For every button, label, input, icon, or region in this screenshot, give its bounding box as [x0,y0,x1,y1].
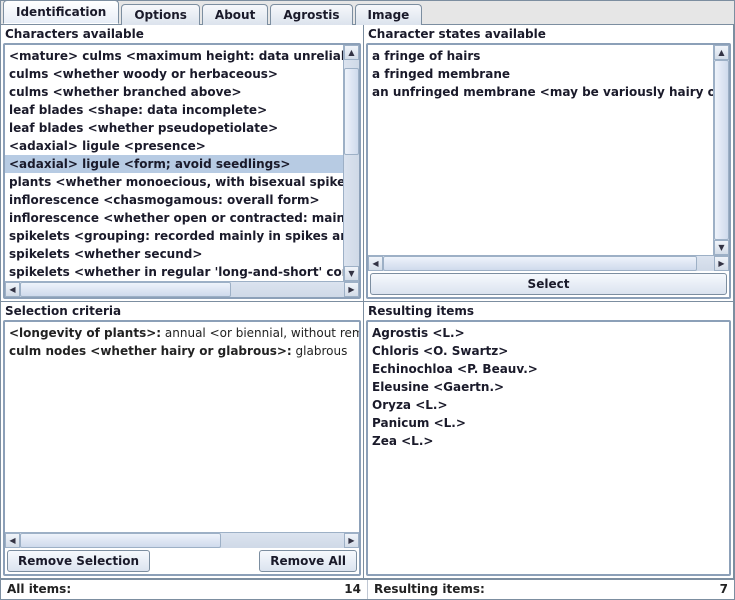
criteria-pane: Selection criteria <longevity of plants>… [0,301,364,579]
remove-all-button[interactable]: Remove All [259,550,357,572]
scroll-up-icon[interactable]: ▲ [714,45,729,60]
criteria-value: annual <or biennial, without rem [161,326,359,340]
results-body: Agrostis <L.>Chloris <O. Swartz>Echinoch… [366,320,731,576]
scroll-down-icon[interactable]: ▼ [714,240,729,255]
scroll-thumb[interactable] [344,68,359,155]
results-list-wrap: Agrostis <L.>Chloris <O. Swartz>Echinoch… [368,322,729,574]
list-item[interactable]: leaf blades <shape: data incomplete> [5,101,343,119]
criteria-name: culm nodes <whether hairy or glabrous>: [9,344,292,358]
list-item[interactable]: plants <whether monoecious, with bisexua… [5,173,343,191]
list-item[interactable]: <adaxial> ligule <presence> [5,137,343,155]
scroll-track[interactable] [344,60,359,266]
select-row: Select [368,271,729,297]
list-item[interactable]: inflorescence <whether open or contracte… [5,209,343,227]
list-item[interactable]: spikelets <grouping: recorded mainly in … [5,227,343,245]
characters-pane: Characters available <mature> culms <max… [0,24,364,302]
app-window: IdentificationOptionsAboutAgrostisImage … [0,0,735,600]
criteria-name: <longevity of plants>: [9,326,161,340]
list-item[interactable]: an unfringed membrane <may be variously … [368,83,713,101]
tab-bar: IdentificationOptionsAboutAgrostisImage [1,1,734,25]
list-item[interactable]: Panicum <L.> [368,414,729,432]
list-item[interactable]: <mature> culms <maximum height: data unr… [5,47,343,65]
scroll-right-icon[interactable]: ▶ [714,256,729,271]
scroll-track[interactable] [20,282,344,297]
states-list[interactable]: a fringe of hairsa fringed membranean un… [368,45,713,255]
scroll-right-icon[interactable]: ▶ [344,282,359,297]
list-item[interactable]: spikelets <whether secund> [5,245,343,263]
results-pane: Resulting items Agrostis <L.>Chloris <O.… [363,301,734,579]
scroll-thumb[interactable] [714,60,729,240]
scroll-track[interactable] [383,256,714,271]
criteria-buttons: Remove Selection Remove All [5,548,359,574]
characters-vscroll[interactable]: ▲ ▼ [343,45,359,281]
characters-body: <mature> culms <maximum height: data unr… [3,43,361,299]
criteria-value: glabrous [292,344,348,358]
list-item[interactable]: Eleusine <Gaertn.> [368,378,729,396]
status-all-label: All items: [7,582,71,597]
states-pane: Character states available a fringe of h… [363,24,734,302]
scroll-up-icon[interactable]: ▲ [344,45,359,60]
list-item[interactable]: Echinochloa <P. Beauv.> [368,360,729,378]
status-results-label: Resulting items: [374,582,485,597]
scroll-thumb[interactable] [20,533,221,548]
states-body: a fringe of hairsa fringed membranean un… [366,43,731,299]
list-item[interactable]: spikelets <whether in regular 'long-and-… [5,263,343,281]
tab-identification[interactable]: Identification [3,0,119,24]
scroll-left-icon[interactable]: ◀ [5,282,20,297]
scroll-track[interactable] [20,533,344,548]
scroll-thumb[interactable] [383,256,697,271]
criteria-title: Selection criteria [1,302,363,320]
list-item[interactable]: culms <whether branched above> [5,83,343,101]
scroll-left-icon[interactable]: ◀ [368,256,383,271]
list-item[interactable]: a fringed membrane [368,65,713,83]
list-item[interactable]: <longevity of plants>: annual <or bienni… [5,324,359,342]
list-item[interactable]: Chloris <O. Swartz> [368,342,729,360]
characters-list-wrap: <mature> culms <maximum height: data unr… [5,45,359,281]
criteria-list-wrap: <longevity of plants>: annual <or bienni… [5,322,359,532]
list-item[interactable]: leaf blades <whether pseudopetiolate> [5,119,343,137]
list-item[interactable]: culms <whether woody or herbaceous> [5,65,343,83]
characters-title: Characters available [1,25,363,43]
criteria-body: <longevity of plants>: annual <or bienni… [3,320,361,576]
states-vscroll[interactable]: ▲ ▼ [713,45,729,255]
states-title: Character states available [364,25,733,43]
results-title: Resulting items [364,302,733,320]
characters-hscroll[interactable]: ◀ ▶ [5,281,359,297]
list-item[interactable]: Zea <L.> [368,432,729,450]
status-results-value: 7 [720,582,728,597]
states-list-wrap: a fringe of hairsa fringed membranean un… [368,45,729,255]
scroll-thumb[interactable] [20,282,231,297]
status-results: Resulting items: 7 [368,580,734,599]
scroll-track[interactable] [714,60,729,240]
list-item[interactable]: Oryza <L.> [368,396,729,414]
criteria-list[interactable]: <longevity of plants>: annual <or bienni… [5,322,359,532]
status-all-value: 14 [344,582,361,597]
characters-list[interactable]: <mature> culms <maximum height: data unr… [5,45,343,281]
scroll-down-icon[interactable]: ▼ [344,266,359,281]
scroll-left-icon[interactable]: ◀ [5,533,20,548]
list-item[interactable]: <adaxial> ligule <form; avoid seedlings> [5,155,343,173]
tab-options[interactable]: Options [121,4,200,25]
status-bar: All items: 14 Resulting items: 7 [1,579,734,599]
list-item[interactable]: inflorescence <chasmogamous: overall for… [5,191,343,209]
tab-image[interactable]: Image [355,4,423,25]
list-item[interactable]: culm nodes <whether hairy or glabrous>: … [5,342,359,360]
criteria-hscroll[interactable]: ◀ ▶ [5,532,359,548]
remove-selection-button[interactable]: Remove Selection [7,550,150,572]
tab-agrostis[interactable]: Agrostis [270,4,352,25]
list-item[interactable]: a fringe of hairs [368,47,713,65]
results-list[interactable]: Agrostis <L.>Chloris <O. Swartz>Echinoch… [368,322,729,574]
select-button[interactable]: Select [370,273,727,295]
tab-about[interactable]: About [202,4,268,25]
work-area: Characters available <mature> culms <max… [1,25,734,579]
status-all: All items: 14 [1,580,368,599]
states-hscroll[interactable]: ◀ ▶ [368,255,729,271]
list-item[interactable]: Agrostis <L.> [368,324,729,342]
scroll-right-icon[interactable]: ▶ [344,533,359,548]
